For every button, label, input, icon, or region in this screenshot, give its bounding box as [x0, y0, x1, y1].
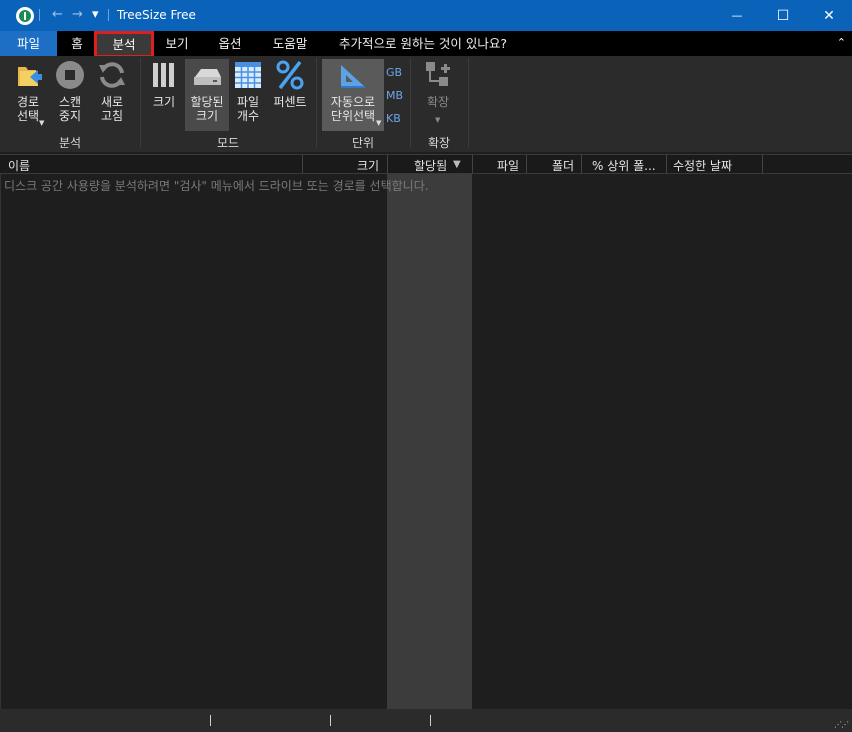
column-separator[interactable] [302, 155, 303, 173]
close-button[interactable]: ✕ [806, 0, 852, 31]
mode-size-label: 크기 [152, 95, 176, 109]
column-separator[interactable] [526, 155, 527, 173]
column-modified-header[interactable]: 수정한 날짜 [673, 157, 732, 174]
status-divider [210, 715, 211, 726]
set-square-ruler-icon [337, 59, 369, 91]
expand-button[interactable]: 확장 [418, 59, 458, 109]
expand-label: 확장 [426, 95, 450, 109]
size-bars-icon [148, 59, 180, 91]
mode-file-count-button[interactable]: 파일 개수 [232, 59, 264, 123]
forward-arrow-icon[interactable]: → [72, 8, 83, 22]
column-percent-parent-header[interactable]: % 상위 폴... [592, 157, 656, 174]
status-bar: ⋰⋰ [0, 709, 852, 732]
menu-analysis-highlight[interactable]: 분석 [94, 31, 154, 58]
mode-file-count-label: 파일 개수 [236, 95, 260, 123]
mode-percent-button[interactable]: 퍼센트 [270, 59, 310, 109]
folder-open-icon [12, 59, 44, 91]
maximize-icon: ☐ [776, 7, 790, 24]
menu-analysis[interactable]: 분석 [97, 34, 151, 55]
auto-unit-button[interactable]: 자동으로 단위선택 [322, 59, 384, 131]
column-files-header[interactable]: 파일 [497, 157, 519, 174]
title-bar: ← → ▾ TreeSize Free — ☐ ✕ [0, 0, 852, 31]
column-separator[interactable] [762, 155, 763, 173]
column-allocated-header[interactable]: 할당됨 [414, 157, 447, 174]
column-separator[interactable] [666, 155, 667, 173]
refresh-label: 새로 고침 [100, 95, 124, 123]
mode-allocated-size-button[interactable]: 할당된 크기 [185, 59, 229, 131]
column-separator[interactable] [472, 155, 473, 173]
maximize-button[interactable]: ☐ [760, 0, 806, 31]
unit-kb-button[interactable]: KB [386, 112, 401, 125]
group-label-unit: 단위 [351, 136, 375, 150]
group-label-mode: 모드 [216, 136, 240, 150]
treesize-app-icon[interactable] [16, 7, 34, 25]
quick-access-separator [108, 9, 109, 21]
customize-quick-access-icon[interactable]: ▾ [92, 8, 99, 22]
refresh-button[interactable]: 새로 고침 [92, 59, 132, 123]
column-name-header[interactable]: 이름 [8, 157, 30, 174]
column-header-row: 이름 크기 할당됨 ▼ 파일 폴더 % 상위 폴... 수정한 날짜 [0, 154, 852, 174]
empty-state-hint: 디스크 공간 사용량을 분석하려면 "검사" 메뉴에서 드라이브 또는 경로를 … [4, 179, 429, 193]
close-icon: ✕ [823, 7, 835, 24]
grid-table-icon [232, 59, 264, 91]
column-separator[interactable] [387, 155, 388, 173]
group-label-analysis: 분석 [58, 136, 82, 150]
expand-dropdown-icon[interactable]: ▼ [435, 116, 440, 124]
mode-allocated-size-label: 할당된 크기 [190, 95, 224, 123]
ribbon: 경로 선택 ▼ 스캔 중지 새로 고침 분석 크기 할당된 크기 파일 개수 퍼… [0, 56, 852, 152]
select-path-dropdown-icon[interactable]: ▼ [39, 119, 44, 127]
mode-percent-label: 퍼센트 [273, 95, 307, 109]
menu-tell-me[interactable]: 추가적으로 원하는 것이 있나요? [328, 31, 518, 56]
quick-access-separator [39, 9, 40, 21]
refresh-icon [96, 59, 128, 91]
column-separator[interactable] [581, 155, 582, 173]
stop-scan-label: 스캔 중지 [58, 95, 82, 123]
minimize-button[interactable]: — [714, 0, 760, 31]
sort-descending-icon: ▼ [453, 159, 461, 170]
back-arrow-icon[interactable]: ← [52, 8, 63, 22]
column-size-header[interactable]: 크기 [357, 157, 379, 174]
menu-file[interactable]: 파일 [0, 31, 57, 56]
menu-help[interactable]: 도움말 [264, 31, 316, 56]
tree-expand-icon [422, 59, 454, 91]
auto-unit-label: 자동으로 단위선택 [330, 95, 376, 123]
ribbon-group-separator [468, 58, 469, 148]
window-title: TreeSize Free [117, 8, 196, 22]
status-divider [430, 715, 431, 726]
unit-gb-button[interactable]: GB [386, 66, 402, 79]
resize-grip-icon[interactable]: ⋰⋰ [834, 720, 849, 729]
menu-options[interactable]: 옵션 [210, 31, 250, 56]
group-label-expand: 확장 [427, 136, 451, 150]
mode-size-button[interactable]: 크기 [146, 59, 182, 109]
collapse-ribbon-icon[interactable]: ⌃ [837, 36, 846, 49]
percent-icon [274, 59, 306, 91]
select-path-button[interactable]: 경로 선택 [6, 59, 50, 123]
menu-view[interactable]: 보기 [160, 31, 194, 56]
column-folders-header[interactable]: 폴더 [552, 157, 574, 174]
stop-icon [54, 59, 86, 91]
auto-unit-dropdown-icon[interactable]: ▼ [376, 119, 381, 127]
stop-scan-button[interactable]: 스캔 중지 [50, 59, 90, 123]
menu-home[interactable]: 홈 [62, 31, 92, 56]
unit-mb-button[interactable]: MB [386, 89, 403, 102]
hard-drive-icon [191, 59, 223, 91]
allocated-column-highlight [387, 174, 472, 709]
minimize-icon: — [731, 9, 743, 22]
status-divider [330, 715, 331, 726]
